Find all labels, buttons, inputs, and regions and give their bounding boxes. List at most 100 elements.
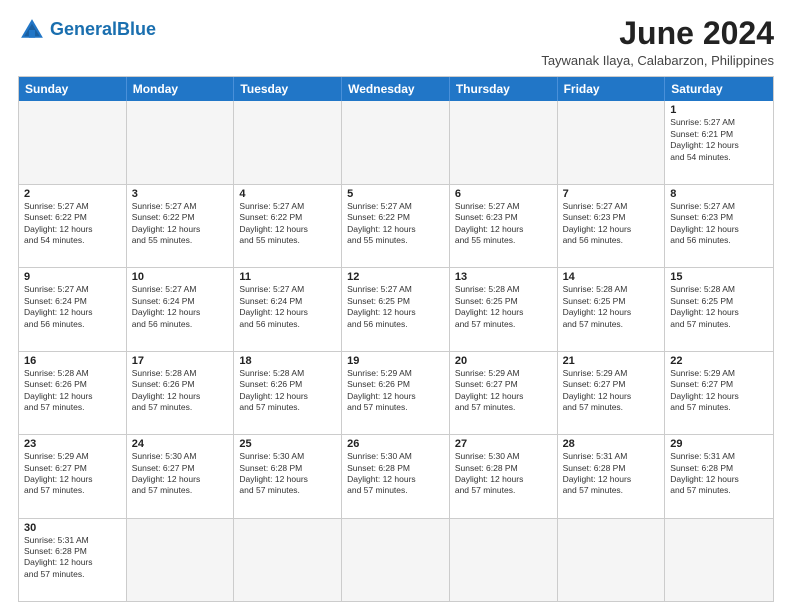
day-info: Sunrise: 5:27 AM Sunset: 6:23 PM Dayligh… — [670, 201, 768, 247]
day-info: Sunrise: 5:29 AM Sunset: 6:27 PM Dayligh… — [24, 451, 121, 497]
calendar-cell-day-27: 27Sunrise: 5:30 AM Sunset: 6:28 PM Dayli… — [450, 435, 558, 517]
day-number: 24 — [132, 438, 229, 450]
month-year: June 2024 — [541, 16, 774, 51]
calendar-cell-day-13: 13Sunrise: 5:28 AM Sunset: 6:25 PM Dayli… — [450, 268, 558, 350]
day-info: Sunrise: 5:30 AM Sunset: 6:27 PM Dayligh… — [132, 451, 229, 497]
day-info: Sunrise: 5:27 AM Sunset: 6:24 PM Dayligh… — [24, 284, 121, 330]
day-number: 11 — [239, 271, 336, 283]
weekday-header-friday: Friday — [558, 77, 666, 101]
calendar-cell-day-18: 18Sunrise: 5:28 AM Sunset: 6:26 PM Dayli… — [234, 352, 342, 434]
weekday-header-saturday: Saturday — [665, 77, 773, 101]
calendar-row-2: 9Sunrise: 5:27 AM Sunset: 6:24 PM Daylig… — [19, 267, 773, 350]
weekday-header-thursday: Thursday — [450, 77, 558, 101]
day-number: 22 — [670, 355, 768, 367]
logo-text: GeneralBlue — [50, 20, 156, 40]
logo: GeneralBlue — [18, 16, 156, 44]
calendar-cell-day-29: 29Sunrise: 5:31 AM Sunset: 6:28 PM Dayli… — [665, 435, 773, 517]
day-info: Sunrise: 5:30 AM Sunset: 6:28 PM Dayligh… — [347, 451, 444, 497]
day-number: 14 — [563, 271, 660, 283]
day-info: Sunrise: 5:27 AM Sunset: 6:24 PM Dayligh… — [132, 284, 229, 330]
weekday-header-tuesday: Tuesday — [234, 77, 342, 101]
day-info: Sunrise: 5:30 AM Sunset: 6:28 PM Dayligh… — [239, 451, 336, 497]
header: GeneralBlue June 2024 Taywanak Ilaya, Ca… — [18, 16, 774, 68]
calendar-cell-day-15: 15Sunrise: 5:28 AM Sunset: 6:25 PM Dayli… — [665, 268, 773, 350]
day-info: Sunrise: 5:29 AM Sunset: 6:27 PM Dayligh… — [563, 368, 660, 414]
day-number: 12 — [347, 271, 444, 283]
day-info: Sunrise: 5:28 AM Sunset: 6:26 PM Dayligh… — [239, 368, 336, 414]
weekday-header-sunday: Sunday — [19, 77, 127, 101]
calendar-cell-day-11: 11Sunrise: 5:27 AM Sunset: 6:24 PM Dayli… — [234, 268, 342, 350]
day-info: Sunrise: 5:27 AM Sunset: 6:22 PM Dayligh… — [347, 201, 444, 247]
day-info: Sunrise: 5:27 AM Sunset: 6:23 PM Dayligh… — [455, 201, 552, 247]
day-info: Sunrise: 5:28 AM Sunset: 6:25 PM Dayligh… — [670, 284, 768, 330]
calendar-cell-day-19: 19Sunrise: 5:29 AM Sunset: 6:26 PM Dayli… — [342, 352, 450, 434]
calendar-cell-day-8: 8Sunrise: 5:27 AM Sunset: 6:23 PM Daylig… — [665, 185, 773, 267]
calendar-cell-empty — [450, 101, 558, 183]
day-number: 1 — [670, 104, 768, 116]
calendar-cell-day-4: 4Sunrise: 5:27 AM Sunset: 6:22 PM Daylig… — [234, 185, 342, 267]
day-number: 8 — [670, 188, 768, 200]
day-number: 26 — [347, 438, 444, 450]
day-info: Sunrise: 5:28 AM Sunset: 6:26 PM Dayligh… — [132, 368, 229, 414]
calendar-row-3: 16 Sunrise: 5:28 AM Sunset: 6:26 PM Dayli… — [19, 351, 773, 434]
day-info: Sunrise: 5:31 AM Sunset: 6:28 PM Dayligh… — [24, 535, 121, 581]
calendar-cell-empty — [665, 519, 773, 601]
calendar-cell-empty — [558, 101, 666, 183]
day-number: 15 — [670, 271, 768, 283]
calendar-cell-day-10: 10Sunrise: 5:27 AM Sunset: 6:24 PM Dayli… — [127, 268, 235, 350]
calendar-header: SundayMondayTuesdayWednesdayThursdayFrid… — [19, 77, 773, 101]
calendar-row-0: 1Sunrise: 5:27 AM Sunset: 6:21 PM Daylig… — [19, 101, 773, 183]
title-block: June 2024 Taywanak Ilaya, Calabarzon, Ph… — [541, 16, 774, 68]
calendar-row-4: 23Sunrise: 5:29 AM Sunset: 6:27 PM Dayli… — [19, 434, 773, 517]
calendar-cell-empty — [558, 519, 666, 601]
day-info: Sunrise: 5:29 AM Sunset: 6:27 PM Dayligh… — [670, 368, 768, 414]
calendar-cell-day-20: 20Sunrise: 5:29 AM Sunset: 6:27 PM Dayli… — [450, 352, 558, 434]
day-number: 25 — [239, 438, 336, 450]
day-info: Sunrise: 5:28 AM Sunset: 6:25 PM Dayligh… — [563, 284, 660, 330]
day-info: Sunrise: 5:27 AM Sunset: 6:23 PM Dayligh… — [563, 201, 660, 247]
day-number: 4 — [239, 188, 336, 200]
calendar-cell-day-7: 7Sunrise: 5:27 AM Sunset: 6:23 PM Daylig… — [558, 185, 666, 267]
day-number: 27 — [455, 438, 552, 450]
calendar-cell-day-14: 14Sunrise: 5:28 AM Sunset: 6:25 PM Dayli… — [558, 268, 666, 350]
day-info: Sunrise: 5:29 AM Sunset: 6:26 PM Dayligh… — [347, 368, 444, 414]
calendar-cell-empty — [342, 519, 450, 601]
day-number: 3 — [132, 188, 229, 200]
calendar-cell-day-2: 2Sunrise: 5:27 AM Sunset: 6:22 PM Daylig… — [19, 185, 127, 267]
calendar-cell-empty — [450, 519, 558, 601]
location: Taywanak Ilaya, Calabarzon, Philippines — [541, 53, 774, 68]
calendar-cell-day-12: 12Sunrise: 5:27 AM Sunset: 6:25 PM Dayli… — [342, 268, 450, 350]
calendar-cell-day-24: 24Sunrise: 5:30 AM Sunset: 6:27 PM Dayli… — [127, 435, 235, 517]
day-number: 6 — [455, 188, 552, 200]
day-info: Sunrise: 5:27 AM Sunset: 6:22 PM Dayligh… — [239, 201, 336, 247]
calendar-cell-day-6: 6Sunrise: 5:27 AM Sunset: 6:23 PM Daylig… — [450, 185, 558, 267]
day-number: 21 — [563, 355, 660, 367]
day-number: 10 — [132, 271, 229, 283]
day-number: 30 — [24, 522, 121, 534]
calendar-cell-day-9: 9Sunrise: 5:27 AM Sunset: 6:24 PM Daylig… — [19, 268, 127, 350]
day-number: 5 — [347, 188, 444, 200]
calendar-cell-empty — [127, 101, 235, 183]
calendar-cell-day-30: 30Sunrise: 5:31 AM Sunset: 6:28 PM Dayli… — [19, 519, 127, 601]
calendar-cell-day-28: 28Sunrise: 5:31 AM Sunset: 6:28 PM Dayli… — [558, 435, 666, 517]
day-number: 16 — [24, 355, 121, 367]
calendar-cell-empty — [19, 101, 127, 183]
calendar: SundayMondayTuesdayWednesdayThursdayFrid… — [18, 76, 774, 602]
calendar-cell-day-5: 5Sunrise: 5:27 AM Sunset: 6:22 PM Daylig… — [342, 185, 450, 267]
day-number: 29 — [670, 438, 768, 450]
day-info: Sunrise: 5:31 AM Sunset: 6:28 PM Dayligh… — [670, 451, 768, 497]
day-number: 19 — [347, 355, 444, 367]
day-info: Sunrise: 5:27 AM Sunset: 6:24 PM Dayligh… — [239, 284, 336, 330]
day-number: 9 — [24, 271, 121, 283]
calendar-cell-empty — [342, 101, 450, 183]
day-number: 7 — [563, 188, 660, 200]
day-info: Sunrise: 5:31 AM Sunset: 6:28 PM Dayligh… — [563, 451, 660, 497]
day-number: 23 — [24, 438, 121, 450]
calendar-cell-day-16: 16Sunrise: 5:28 AM Sunset: 6:26 PM Dayli… — [19, 352, 127, 434]
calendar-row-1: 2Sunrise: 5:27 AM Sunset: 6:22 PM Daylig… — [19, 184, 773, 267]
day-number: 18 — [239, 355, 336, 367]
calendar-cell-day-3: 3Sunrise: 5:27 AM Sunset: 6:22 PM Daylig… — [127, 185, 235, 267]
generalblue-logo-icon — [18, 16, 46, 44]
day-info: Sunrise: 5:27 AM Sunset: 6:22 PM Dayligh… — [24, 201, 121, 247]
day-info: Sunrise: 5:30 AM Sunset: 6:28 PM Dayligh… — [455, 451, 552, 497]
